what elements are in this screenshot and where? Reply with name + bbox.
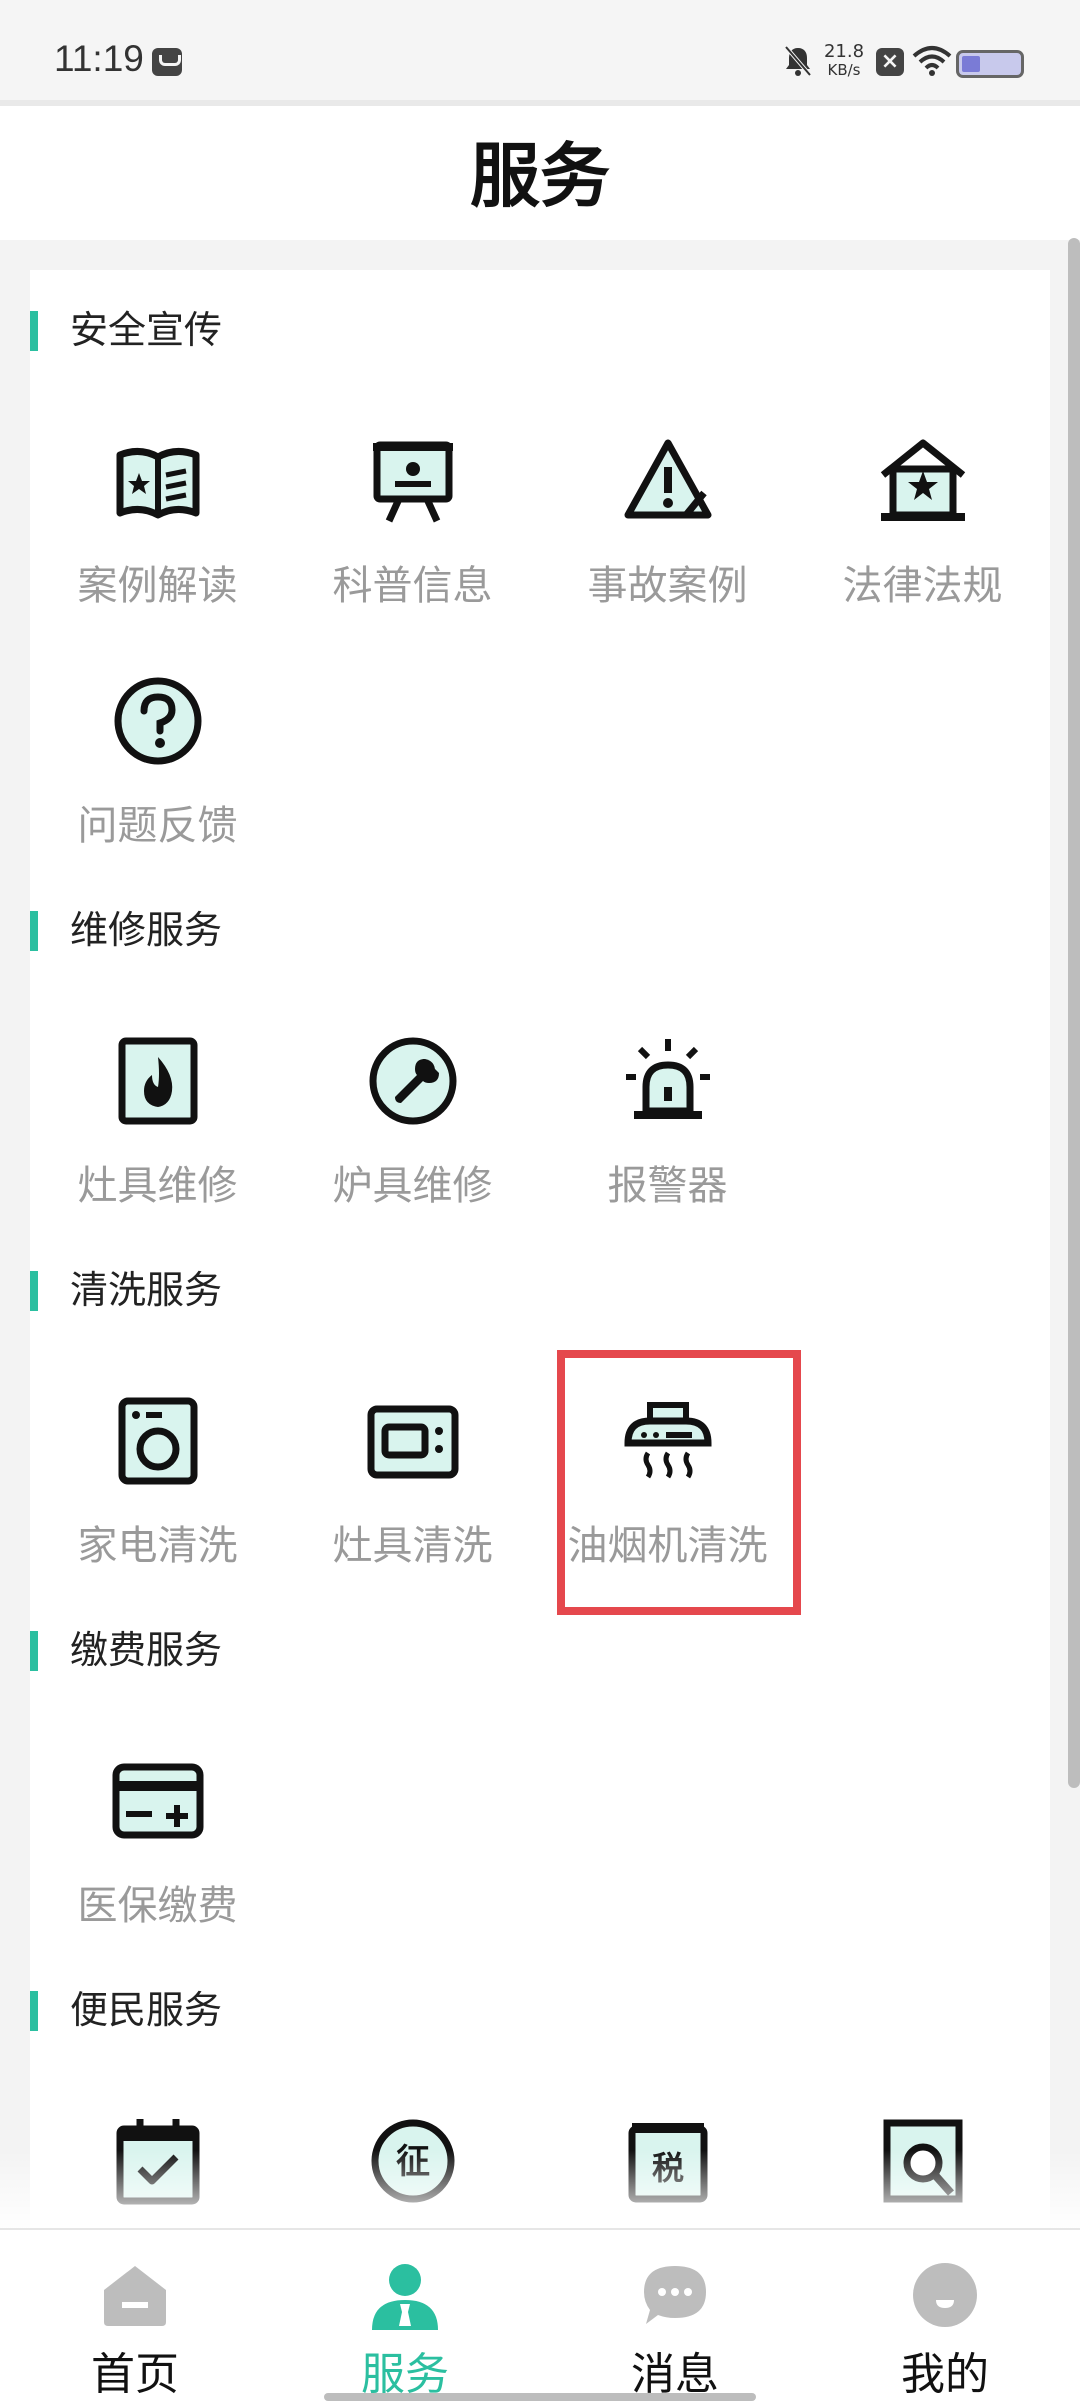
section-title-payment: 缴费服务 [30,1625,222,1675]
service-item-alarm[interactable]: 报警器 [540,1035,795,1215]
house-star-icon [880,439,966,521]
section-accent-bar [30,311,38,351]
battery-icon [956,50,1024,78]
easel-icon [373,441,453,523]
net-speed: 21.8 KB/s [822,42,866,80]
section-title-text: 清洗服务 [70,1268,223,1312]
service-item-label: 炉具维修 [332,1163,493,1209]
tab-home[interactable]: 首页 [0,2230,270,2408]
service-item-label: 报警器 [607,1163,728,1209]
service-item-stove-cleaning[interactable]: 灶具清洗 [285,1395,540,1575]
service-item-case-study[interactable]: 案例解读 [30,435,285,615]
section-accent-bar [30,1631,38,1671]
status-time: 11:19 [54,38,144,79]
warning-icon [624,439,712,519]
service-item-label: 家电清洗 [77,1523,238,1569]
section-title-text: 便民服务 [70,1988,223,2032]
content-fade [0,2150,1080,2230]
message-icon [152,48,182,76]
service-item-label: 科普信息 [332,563,493,609]
net-speed-value: 21.8 [823,41,865,62]
tab-messages[interactable]: 消息 [540,2230,810,2408]
service-item-stove-repair[interactable]: 灶具维修 [30,1035,285,1215]
oven-icon [367,1405,459,1479]
service-item-label: 灶具清洗 [332,1523,493,1569]
highlight-box [557,1350,801,1615]
chat-icon [644,2266,706,2324]
service-item-label: 问题反馈 [77,803,238,849]
wrench-icon [369,1037,457,1125]
tab-service[interactable]: 服务 [270,2230,540,2408]
service-item-label: 案例解读 [77,563,238,609]
section-title-text: 安全宣传 [70,308,223,352]
tab-label: 我的 [901,2349,989,2400]
question-icon [114,677,202,765]
section-title-cleaning: 清洗服务 [30,1265,222,1315]
service-item-label: 法律法规 [842,563,1003,609]
washer-icon [118,1397,198,1485]
service-item-label: 医保缴费 [77,1883,238,1929]
home-icon [104,2266,166,2326]
home-indicator[interactable] [324,2393,756,2401]
section-accent-bar [30,1271,38,1311]
service-item-science-info[interactable]: 科普信息 [285,435,540,615]
section-title-text: 缴费服务 [70,1628,223,1672]
card-plus-icon [112,1763,204,1839]
book-star-icon [116,448,200,519]
section-accent-bar [30,1991,38,2031]
profile-icon [913,2263,977,2327]
user-service-icon [372,2264,438,2330]
service-item-laws[interactable]: 法律法规 [795,435,1050,615]
section-title-repair: 维修服务 [30,905,222,955]
page-title: 服务 [470,135,610,217]
section-title-text: 维修服务 [70,908,223,952]
scrollbar[interactable] [1068,238,1080,1788]
service-item-label: 事故案例 [587,563,748,609]
close-box-icon: × [876,48,904,76]
service-item-appliance-cleaning[interactable]: 家电清洗 [30,1395,285,1575]
bottom-tab-bar: 首页 服务 消息 我的 [0,2228,1080,2408]
flame-icon [118,1037,198,1125]
wifi-icon [912,46,952,76]
net-speed-unit: KB/s [827,61,861,79]
service-item-label: 灶具维修 [77,1163,238,1209]
service-item-medical-insurance-payment[interactable]: 医保缴费 [30,1755,285,1935]
alarm-icon [626,1039,710,1119]
status-bar: 11:19 21.8 KB/s × [0,0,1080,100]
section-title-convenience: 便民服务 [30,1985,222,2035]
section-accent-bar [30,911,38,951]
page-header: 服务 [0,100,1080,240]
service-item-accident-cases[interactable]: 事故案例 [540,435,795,615]
tab-profile[interactable]: 我的 [810,2230,1080,2408]
service-item-furnace-repair[interactable]: 炉具维修 [285,1035,540,1215]
service-item-feedback[interactable]: 问题反馈 [30,675,285,855]
section-title-safety: 安全宣传 [30,305,222,355]
mute-icon [784,45,812,77]
services-card: 安全宣传 案例解读 科普信息 事故案例 法律法规 问题反馈 维修服务 灶具维修 … [30,270,1050,2230]
tab-label: 首页 [91,2349,179,2400]
